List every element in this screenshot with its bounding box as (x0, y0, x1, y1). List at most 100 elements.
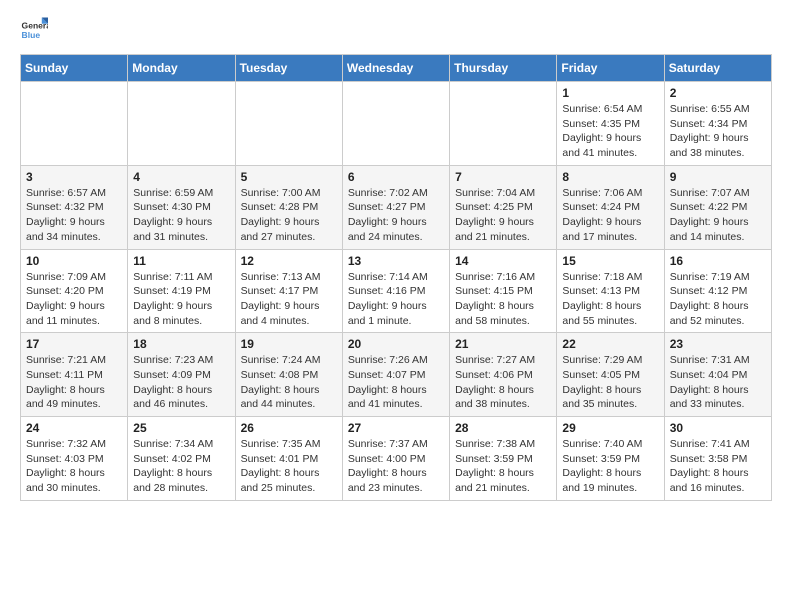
day-number: 7 (455, 170, 551, 184)
day-number: 23 (670, 337, 766, 351)
calendar-cell: 24 Sunrise: 7:32 AMSunset: 4:03 PMDayligh… (21, 417, 128, 501)
column-header-saturday: Saturday (664, 55, 771, 82)
calendar-cell: 6Sunrise: 7:02 AMSunset: 4:27 PMDaylight… (342, 165, 449, 249)
calendar-cell: 26Sunrise: 7:35 AMSunset: 4:01 PMDayligh… (235, 417, 342, 501)
calendar-cell: 2 Sunrise: 6:55 AMSunset: 4:34 PMDaylight… (664, 82, 771, 166)
column-header-monday: Monday (128, 55, 235, 82)
calendar-cell: 4 Sunrise: 6:59 AMSunset: 4:30 PMDaylight… (128, 165, 235, 249)
calendar-cell: 5 Sunrise: 7:00 AMSunset: 4:28 PMDaylight… (235, 165, 342, 249)
day-info: Sunrise: 6:57 AMSunset: 4:32 PMDaylight:… (26, 186, 122, 245)
day-number: 12 (241, 254, 337, 268)
svg-text:Blue: Blue (22, 30, 41, 40)
calendar-cell: 18 Sunrise: 7:23 AMSunset: 4:09 PMDayligh… (128, 333, 235, 417)
day-number: 1 (562, 86, 658, 100)
calendar-cell: 22 Sunrise: 7:29 AMSunset: 4:05 PMDayligh… (557, 333, 664, 417)
day-number: 21 (455, 337, 551, 351)
day-number: 22 (562, 337, 658, 351)
day-number: 8 (562, 170, 658, 184)
calendar-week-4: 17 Sunrise: 7:21 AMSunset: 4:11 PMDayligh… (21, 333, 772, 417)
calendar-cell (128, 82, 235, 166)
calendar-cell: 13Sunrise: 7:14 AMSunset: 4:16 PMDayligh… (342, 249, 449, 333)
column-header-sunday: Sunday (21, 55, 128, 82)
day-number: 17 (26, 337, 122, 351)
day-info: Sunrise: 6:54 AMSunset: 4:35 PMDaylight:… (562, 102, 658, 161)
page-header: General Blue (20, 16, 772, 44)
day-info: Sunrise: 7:40 AMSunset: 3:59 PMDaylight:… (562, 437, 658, 496)
day-info: Sunrise: 7:04 AMSunset: 4:25 PMDaylight:… (455, 186, 551, 245)
day-info: Sunrise: 7:18 AMSunset: 4:13 PMDaylight:… (562, 270, 658, 329)
calendar-cell: 1 Sunrise: 6:54 AMSunset: 4:35 PMDaylight… (557, 82, 664, 166)
column-header-wednesday: Wednesday (342, 55, 449, 82)
day-number: 9 (670, 170, 766, 184)
day-info: Sunrise: 7:38 AMSunset: 3:59 PMDaylight:… (455, 437, 551, 496)
day-number: 20 (348, 337, 444, 351)
day-info: Sunrise: 7:09 AMSunset: 4:20 PMDaylight:… (26, 270, 122, 329)
day-number: 26 (241, 421, 337, 435)
day-info: Sunrise: 7:21 AMSunset: 4:11 PMDaylight:… (26, 353, 122, 412)
day-info: Sunrise: 7:00 AMSunset: 4:28 PMDaylight:… (241, 186, 337, 245)
day-info: Sunrise: 7:23 AMSunset: 4:09 PMDaylight:… (133, 353, 229, 412)
day-number: 2 (670, 86, 766, 100)
calendar-cell: 8 Sunrise: 7:06 AMSunset: 4:24 PMDaylight… (557, 165, 664, 249)
calendar-cell: 25Sunrise: 7:34 AMSunset: 4:02 PMDayligh… (128, 417, 235, 501)
calendar-cell: 16Sunrise: 7:19 AMSunset: 4:12 PMDayligh… (664, 249, 771, 333)
day-info: Sunrise: 7:32 AMSunset: 4:03 PMDaylight:… (26, 437, 122, 496)
calendar-cell: 30 Sunrise: 7:41 AMSunset: 3:58 PMDayligh… (664, 417, 771, 501)
calendar-cell: 19 Sunrise: 7:24 AMSunset: 4:08 PMDayligh… (235, 333, 342, 417)
day-number: 30 (670, 421, 766, 435)
calendar-cell: 7 Sunrise: 7:04 AMSunset: 4:25 PMDaylight… (450, 165, 557, 249)
calendar-week-5: 24 Sunrise: 7:32 AMSunset: 4:03 PMDayligh… (21, 417, 772, 501)
day-info: Sunrise: 7:06 AMSunset: 4:24 PMDaylight:… (562, 186, 658, 245)
calendar-cell: 9 Sunrise: 7:07 AMSunset: 4:22 PMDaylight… (664, 165, 771, 249)
calendar-cell (235, 82, 342, 166)
day-number: 3 (26, 170, 122, 184)
day-number: 5 (241, 170, 337, 184)
day-info: Sunrise: 7:13 AMSunset: 4:17 PMDaylight:… (241, 270, 337, 329)
calendar-table: SundayMondayTuesdayWednesdayThursdayFrid… (20, 54, 772, 501)
day-info: Sunrise: 7:07 AMSunset: 4:22 PMDaylight:… (670, 186, 766, 245)
calendar-cell (21, 82, 128, 166)
day-info: Sunrise: 6:59 AMSunset: 4:30 PMDaylight:… (133, 186, 229, 245)
calendar-week-2: 3 Sunrise: 6:57 AMSunset: 4:32 PMDaylight… (21, 165, 772, 249)
column-header-tuesday: Tuesday (235, 55, 342, 82)
calendar-cell: 28Sunrise: 7:38 AMSunset: 3:59 PMDayligh… (450, 417, 557, 501)
day-number: 6 (348, 170, 444, 184)
calendar-cell: 11Sunrise: 7:11 AMSunset: 4:19 PMDayligh… (128, 249, 235, 333)
day-info: Sunrise: 7:27 AMSunset: 4:06 PMDaylight:… (455, 353, 551, 412)
day-info: Sunrise: 7:37 AMSunset: 4:00 PMDaylight:… (348, 437, 444, 496)
day-info: Sunrise: 7:24 AMSunset: 4:08 PMDaylight:… (241, 353, 337, 412)
day-number: 18 (133, 337, 229, 351)
day-number: 24 (26, 421, 122, 435)
day-number: 19 (241, 337, 337, 351)
day-info: Sunrise: 7:11 AMSunset: 4:19 PMDaylight:… (133, 270, 229, 329)
calendar-cell: 20 Sunrise: 7:26 AMSunset: 4:07 PMDayligh… (342, 333, 449, 417)
calendar-cell: 17 Sunrise: 7:21 AMSunset: 4:11 PMDayligh… (21, 333, 128, 417)
logo-icon: General Blue (20, 16, 48, 44)
calendar-cell: 12 Sunrise: 7:13 AMSunset: 4:17 PMDayligh… (235, 249, 342, 333)
day-info: Sunrise: 7:26 AMSunset: 4:07 PMDaylight:… (348, 353, 444, 412)
calendar-cell (342, 82, 449, 166)
day-info: Sunrise: 7:29 AMSunset: 4:05 PMDaylight:… (562, 353, 658, 412)
column-header-thursday: Thursday (450, 55, 557, 82)
day-number: 13 (348, 254, 444, 268)
calendar-header-row: SundayMondayTuesdayWednesdayThursdayFrid… (21, 55, 772, 82)
day-number: 29 (562, 421, 658, 435)
day-info: Sunrise: 6:55 AMSunset: 4:34 PMDaylight:… (670, 102, 766, 161)
day-info: Sunrise: 7:19 AMSunset: 4:12 PMDaylight:… (670, 270, 766, 329)
column-header-friday: Friday (557, 55, 664, 82)
calendar-cell: 29 Sunrise: 7:40 AMSunset: 3:59 PMDayligh… (557, 417, 664, 501)
calendar-week-3: 10 Sunrise: 7:09 AMSunset: 4:20 PMDayligh… (21, 249, 772, 333)
logo: General Blue (20, 16, 48, 44)
day-info: Sunrise: 7:31 AMSunset: 4:04 PMDaylight:… (670, 353, 766, 412)
day-number: 4 (133, 170, 229, 184)
day-number: 27 (348, 421, 444, 435)
calendar-cell: 10 Sunrise: 7:09 AMSunset: 4:20 PMDayligh… (21, 249, 128, 333)
day-info: Sunrise: 7:16 AMSunset: 4:15 PMDaylight:… (455, 270, 551, 329)
calendar-cell: 3 Sunrise: 6:57 AMSunset: 4:32 PMDaylight… (21, 165, 128, 249)
day-info: Sunrise: 7:41 AMSunset: 3:58 PMDaylight:… (670, 437, 766, 496)
calendar-week-1: 1 Sunrise: 6:54 AMSunset: 4:35 PMDaylight… (21, 82, 772, 166)
calendar-cell: 23 Sunrise: 7:31 AMSunset: 4:04 PMDayligh… (664, 333, 771, 417)
calendar-cell (450, 82, 557, 166)
day-number: 25 (133, 421, 229, 435)
day-number: 10 (26, 254, 122, 268)
